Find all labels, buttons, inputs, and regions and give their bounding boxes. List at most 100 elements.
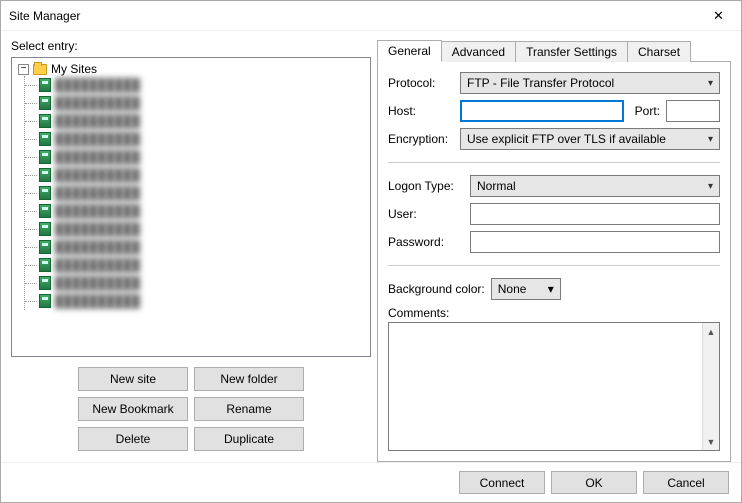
site-item-label: ██████████ [55,294,130,308]
tree-site-item[interactable]: ██████████ [25,148,364,166]
comments-textarea[interactable] [389,323,702,450]
site-icon [39,78,51,92]
connect-button[interactable]: Connect [459,471,545,494]
logon-type-label: Logon Type: [388,179,464,193]
cancel-button[interactable]: Cancel [643,471,729,494]
site-icon [39,294,51,308]
folder-icon [33,64,47,75]
bgcolor-value: None [498,282,527,296]
window-close-button[interactable]: ✕ [696,1,741,31]
site-icon [39,114,51,128]
site-tree[interactable]: − My Sites █████████████████████████████… [11,57,371,357]
chevron-down-icon: ▾ [708,134,713,145]
tree-site-item[interactable]: ██████████ [25,130,364,148]
new-folder-button[interactable]: New folder [194,367,304,391]
tree-site-item[interactable]: ██████████ [25,166,364,184]
rename-button[interactable]: Rename [194,397,304,421]
password-input[interactable] [470,231,720,253]
comments-section: Comments: ▲ ▼ [388,306,720,451]
tree-children: ████████████████████████████████████████… [24,76,364,310]
tab-bar: General Advanced Transfer Settings Chars… [377,39,731,61]
tab-panel-general: Protocol: FTP - File Transfer Protocol ▾… [377,61,731,462]
logon-type-row: Logon Type: Normal ▾ [388,175,720,197]
encryption-row: Encryption: Use explicit FTP over TLS if… [388,128,720,150]
delete-button[interactable]: Delete [78,427,188,451]
tree-site-item[interactable]: ██████████ [25,184,364,202]
site-item-label: ██████████ [55,78,150,92]
tree-site-item[interactable]: ██████████ [25,112,364,130]
tree-root-label: My Sites [51,62,97,76]
tree-site-item[interactable]: ██████████ [25,202,364,220]
site-action-buttons: New site New folder New Bookmark Rename … [11,367,371,451]
footer: Connect OK Cancel [1,462,741,502]
tab-advanced[interactable]: Advanced [441,41,516,62]
tab-charset[interactable]: Charset [627,41,691,62]
tree-site-item[interactable]: ██████████ [25,76,364,94]
site-icon [39,276,51,290]
port-label: Port: [630,104,660,118]
site-item-label: ██████████ [55,258,135,272]
collapse-icon[interactable]: − [18,64,29,75]
comments-scrollbar[interactable]: ▲ ▼ [702,323,719,450]
logon-type-value: Normal [477,179,516,193]
new-bookmark-button[interactable]: New Bookmark [78,397,188,421]
site-item-label: ██████████ [55,222,135,236]
port-input[interactable] [666,100,720,122]
site-icon [39,222,51,236]
site-item-label: ██████████ [55,186,125,200]
bgcolor-row: Background color: None ▾ [388,278,720,300]
protocol-value: FTP - File Transfer Protocol [467,76,614,90]
select-entry-label: Select entry: [11,39,371,53]
window-title: Site Manager [9,9,696,23]
encryption-label: Encryption: [388,132,454,146]
chevron-down-icon: ▾ [708,181,713,192]
bgcolor-select[interactable]: None ▾ [491,278,561,300]
user-row: User: [388,203,720,225]
scroll-down-icon[interactable]: ▼ [703,433,719,450]
tree-site-item[interactable]: ██████████ [25,256,364,274]
body: Select entry: − My Sites ███████████████… [1,31,741,462]
tab-general[interactable]: General [377,40,442,62]
chevron-down-icon: ▾ [548,282,554,296]
password-row: Password: [388,231,720,253]
titlebar: Site Manager ✕ [1,1,741,31]
new-site-button[interactable]: New site [78,367,188,391]
protocol-row: Protocol: FTP - File Transfer Protocol ▾ [388,72,720,94]
tree-site-item[interactable]: ██████████ [25,238,364,256]
site-item-label: ██████████ [55,276,170,290]
site-icon [39,96,51,110]
logon-type-select[interactable]: Normal ▾ [470,175,720,197]
tree-site-item[interactable]: ██████████ [25,220,364,238]
site-item-label: ██████████ [55,204,115,218]
scroll-up-icon[interactable]: ▲ [703,323,719,340]
protocol-select[interactable]: FTP - File Transfer Protocol ▾ [460,72,720,94]
left-panel: Select entry: − My Sites ███████████████… [11,39,371,462]
user-label: User: [388,207,464,221]
password-label: Password: [388,235,464,249]
site-item-label: ██████████ [55,150,100,164]
protocol-label: Protocol: [388,76,454,90]
tree-root[interactable]: − My Sites [18,62,364,76]
site-icon [39,150,51,164]
host-label: Host: [388,104,454,118]
site-icon [39,168,51,182]
host-port-row: Host: Port: [388,100,720,122]
site-item-label: ██████████ [55,96,165,110]
chevron-down-icon: ▾ [708,78,713,89]
tree-site-item[interactable]: ██████████ [25,94,364,112]
site-icon [39,240,51,254]
ok-button[interactable]: OK [551,471,637,494]
comments-textarea-wrap: ▲ ▼ [388,322,720,451]
site-icon [39,204,51,218]
separator [388,265,720,266]
tree-site-item[interactable]: ██████████ [25,292,364,310]
duplicate-button[interactable]: Duplicate [194,427,304,451]
tree-site-item[interactable]: ██████████ [25,274,364,292]
host-input[interactable] [460,100,624,122]
site-icon [39,186,51,200]
site-item-label: ██████████ [55,168,110,182]
user-input[interactable] [470,203,720,225]
encryption-select[interactable]: Use explicit FTP over TLS if available ▾ [460,128,720,150]
comments-label: Comments: [388,306,720,320]
tab-transfer-settings[interactable]: Transfer Settings [515,41,628,62]
